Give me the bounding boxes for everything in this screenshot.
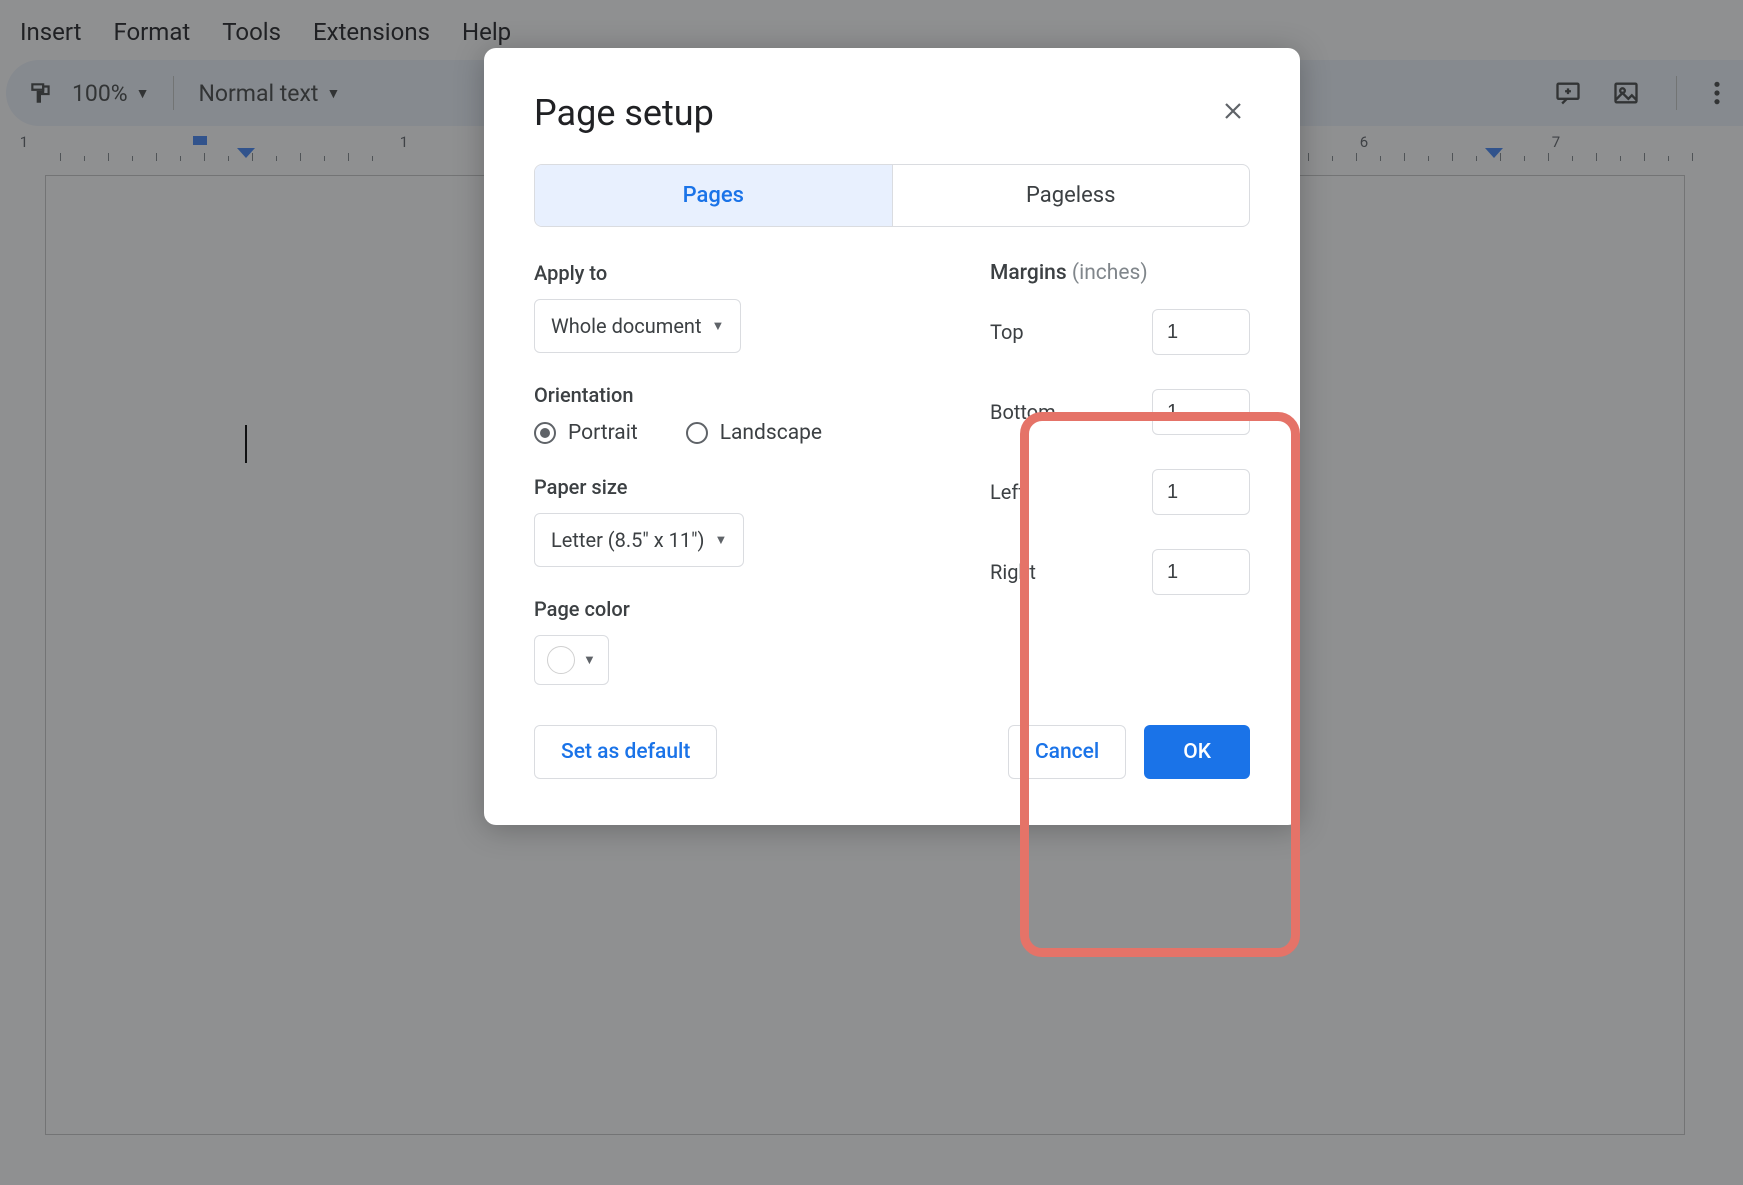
margins-unit: (inches) [1072, 261, 1148, 285]
apply-to-value: Whole document [551, 314, 702, 338]
margin-bottom-label: Bottom [990, 400, 1056, 424]
orientation-landscape-label: Landscape [720, 421, 822, 445]
margin-top-input[interactable] [1152, 309, 1250, 355]
caret-down-icon: ▼ [715, 532, 728, 548]
page-color-select[interactable]: ▼ [534, 635, 609, 685]
close-icon [1223, 98, 1243, 128]
set-as-default-button[interactable]: Set as default [534, 725, 717, 779]
caret-down-icon: ▼ [583, 652, 596, 668]
margin-bottom-input[interactable] [1152, 389, 1250, 435]
mode-tabs: Pages Pageless [534, 164, 1250, 227]
paper-size-label: Paper size [534, 475, 950, 499]
margins-label: Margins [990, 261, 1067, 285]
dialog-title: Page setup [534, 92, 714, 134]
radio-checked-icon [534, 422, 556, 444]
radio-unchecked-icon [686, 422, 708, 444]
margin-right-input[interactable] [1152, 549, 1250, 595]
margin-left-label: Left [990, 480, 1025, 504]
ok-button[interactable]: OK [1144, 725, 1250, 779]
paper-size-select[interactable]: Letter (8.5" x 11") ▼ [534, 513, 744, 567]
paper-size-value: Letter (8.5" x 11") [551, 528, 705, 552]
margin-top-label: Top [990, 320, 1024, 344]
cancel-button[interactable]: Cancel [1008, 725, 1126, 779]
tab-pageless[interactable]: Pageless [892, 165, 1250, 226]
page-color-label: Page color [534, 597, 950, 621]
tab-pages[interactable]: Pages [535, 165, 892, 226]
margin-left-input[interactable] [1152, 469, 1250, 515]
apply-to-select[interactable]: Whole document ▼ [534, 299, 741, 353]
caret-down-icon: ▼ [712, 318, 725, 334]
orientation-label: Orientation [534, 383, 950, 407]
margins-heading: Margins (inches) [990, 261, 1250, 285]
orientation-portrait-label: Portrait [568, 421, 638, 445]
orientation-portrait-radio[interactable]: Portrait [534, 421, 638, 445]
apply-to-label: Apply to [534, 261, 950, 285]
close-button[interactable] [1216, 96, 1250, 130]
orientation-landscape-radio[interactable]: Landscape [686, 421, 822, 445]
margin-right-label: Right [990, 560, 1036, 584]
page-setup-dialog: Page setup Pages Pageless Apply to Whole… [484, 48, 1300, 825]
color-swatch [547, 646, 575, 674]
